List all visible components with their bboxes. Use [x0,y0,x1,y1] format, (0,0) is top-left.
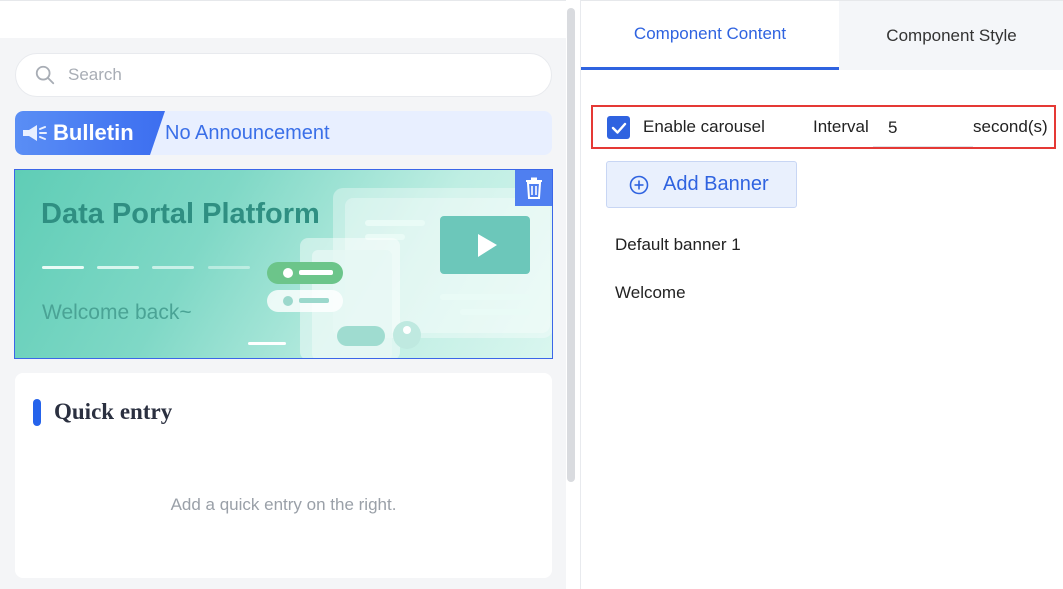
banner-dash [208,266,250,269]
settings-panel: Component Content Component Style Enable… [580,0,1063,589]
preview-pane: Search Bulletin No Announcement Data Por… [0,0,566,589]
banner-list-item[interactable]: Default banner 1 [615,235,741,255]
bulletin-bar[interactable]: Bulletin No Announcement [15,111,552,155]
megaphone-icon [23,125,47,141]
quick-entry-title: Quick entry [54,399,173,424]
banner-dash [152,266,194,269]
banner-list-item[interactable]: Welcome [615,283,686,303]
interval-input[interactable] [873,109,973,147]
app-root: Search Bulletin No Announcement Data Por… [0,0,1063,589]
quick-entry-accent [33,399,41,426]
carousel-settings-row: Enable carousel Interval second(s) [591,105,1056,149]
search-bar[interactable]: Search [15,53,552,97]
bulletin-text: No Announcement [165,121,330,144]
tab-component-content[interactable]: Component Content [581,1,839,70]
interval-label: Interval [813,117,869,136]
enable-carousel-label: Enable carousel [643,117,765,136]
banner-title: Data Portal Platform [41,198,320,230]
bulletin-tag: Bulletin [15,111,165,155]
search-placeholder: Search [68,65,122,84]
trash-icon [525,177,542,199]
delete-banner-button[interactable] [515,170,552,206]
add-banner-label: Add Banner [663,173,769,195]
banner-dash [42,266,84,269]
add-banner-button[interactable]: Add Banner [606,161,797,208]
carousel-banner[interactable]: Data Portal Platform Welcome back~ [14,169,553,359]
quick-entry-card: Quick entry Add a quick entry on the rig… [15,373,552,578]
plus-circle-icon [629,175,649,194]
search-icon [35,65,55,85]
quick-entry-empty-text: Add a quick entry on the right. [170,495,397,514]
preview-scrollbar[interactable] [567,8,575,482]
interval-unit-label: second(s) [973,117,1048,136]
preview-header [0,0,566,38]
enable-carousel-checkbox[interactable] [607,116,630,139]
check-icon [611,122,626,134]
tab-component-style[interactable]: Component Style [839,1,1063,70]
tab-bar: Component Content Component Style [581,0,1063,70]
banner-subtitle: Welcome back~ [42,301,192,324]
banner-dash [97,266,139,269]
bulletin-label: Bulletin [53,120,134,145]
